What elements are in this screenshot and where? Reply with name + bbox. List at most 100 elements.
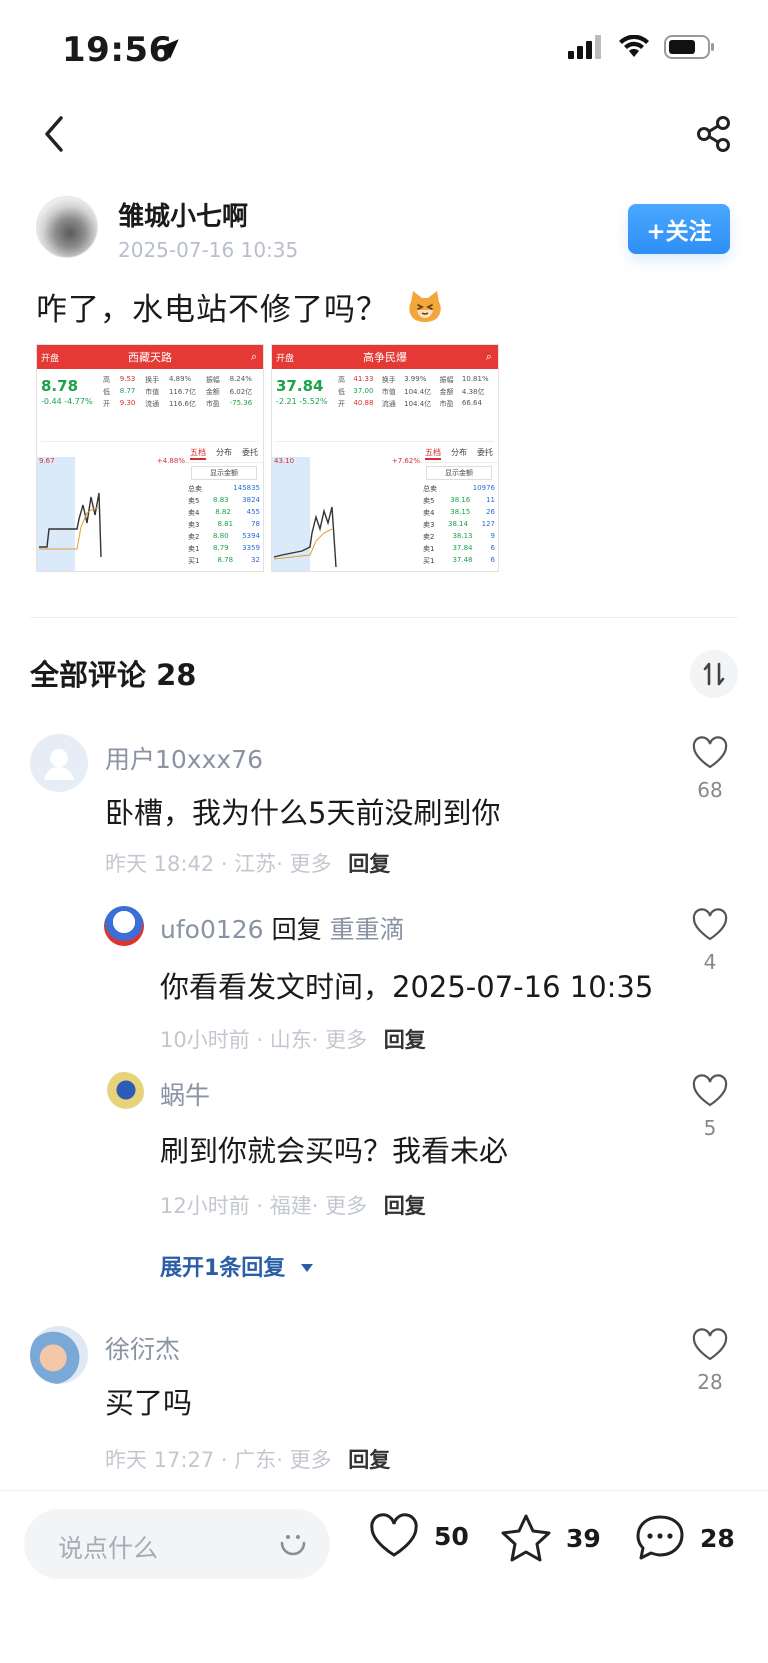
card-tabs: 五档 分布 委托 [185,445,263,463]
card-tab: 委托 [477,448,493,457]
share-icon [697,116,730,152]
follow-button[interactable]: +关注 [628,204,730,254]
favorite-count: 39 [566,1523,601,1553]
comment-meta-text: 昨天 18:42 · 江苏· 更多 [105,852,332,876]
post-image-1[interactable]: 开盘 西藏天路 ⌕ 8.78 -0.44 -4.77% 高 9.53 换手 4.89… [36,344,264,572]
intraday-line [39,492,102,558]
comment-count: 28 [700,1523,735,1553]
comment-meta: 10小时前 · 山东· 更多 回复 [160,1024,426,1054]
stat-label: 换手 [145,376,160,384]
card-tab: 五档 [190,447,206,460]
sort-button[interactable] [690,650,738,698]
card-chart: 9.67 +4.88% [37,457,187,571]
share-button[interactable] [688,108,740,160]
avatar[interactable] [30,1326,88,1384]
reply-button[interactable]: 回复 [384,1194,426,1218]
comment-item: 徐衍杰 买了吗 昨天 17:27 · 广东· 更多 回复 28 [0,1326,768,1476]
heart-icon [692,1328,728,1361]
avatar[interactable] [30,734,88,792]
like-count: 68 [697,778,723,802]
comment-username[interactable]: 蜗牛 [160,1076,210,1112]
avatar[interactable] [104,1072,144,1112]
book-row: 卖5 8.83 3824 [188,496,260,505]
comment-item: 用户10xxx76 卧槽，我为什么5天前没刷到你 昨天 18:42 · 江苏· … [0,734,768,884]
chevron-left-icon [45,116,63,152]
stat-value: 66.64 [461,399,482,407]
order-book: 五档 分布 委托 显示金额 总卖 10976 卖5 38.16 11 卖4 38.15 2… [420,445,498,571]
intraday-line [273,506,337,568]
like-button[interactable]: 5 [686,1074,734,1140]
emoji-icon[interactable] [276,1527,310,1561]
post-text-row: 咋了，水电站不修了吗？ [36,284,443,329]
bottom-action-bar: 说点什么 50 39 28 [0,1490,768,1663]
post-image-2[interactable]: 开盘 高争民爆 ⌕ 37.84 -2.21 -5.52% 高 41.33 换手 3.… [271,344,499,572]
book-row: 卖2 38.13 9 [423,532,495,541]
book-row: 卖4 38.15 26 [423,508,495,517]
stat-value: 9.53 [119,375,136,383]
stat-label: 振幅 [439,376,454,384]
book-row: 买1 37.48 6 [423,556,495,565]
stat-label: 市值 [145,388,160,396]
battery-icon [664,35,714,59]
stat-label: 金额 [205,388,220,396]
author-name[interactable]: 雏城小七啊 [118,196,248,233]
comment-button[interactable]: 28 [634,1513,735,1563]
comment-meta-text: 10小时前 · 山东· 更多 [160,1028,368,1052]
back-button[interactable] [30,108,78,160]
stat-label: 高 [338,376,345,384]
like-button[interactable]: 4 [686,908,734,974]
like-post-button[interactable]: 50 [368,1513,469,1559]
book-row: 卖2 8.80 5394 [188,532,260,541]
comment-username[interactable]: 徐衍杰 [105,1330,180,1366]
heart-icon [692,1074,728,1107]
comment-username[interactable]: 用户10xxx76 [105,740,263,776]
caret-down-icon [300,1264,313,1272]
reply-button[interactable]: 回复 [348,852,390,876]
card-change: -2.21 -5.52% [276,397,328,406]
expand-replies-button[interactable]: 展开1条回复 [160,1250,315,1282]
card-stats: 高 9.53 换手 4.89% 振幅 8.24% 低 8.77 市值 116.7亿 金额 6… [103,375,259,409]
reply-target[interactable]: 重重滴 [330,915,405,944]
stat-label: 流通 [145,400,160,408]
comment-text: 卧槽，我为什么5天前没刷到你 [105,796,501,830]
stat-label: 流通 [381,400,396,408]
stat-value: 3.99% [404,375,427,383]
post-text: 咋了，水电站不修了吗？ [36,292,388,328]
stat-value: 8.24% [229,375,252,383]
expand-replies-label: 展开1条回复 [160,1256,286,1281]
wifi-icon [619,35,649,57]
card-back-label: 开盘 [41,353,60,364]
card-back-label: 开盘 [276,353,295,364]
card-header: 开盘 西藏天路 ⌕ [37,345,263,369]
card-divider [276,441,494,442]
reply-word: 回复 [271,915,322,944]
comment-username[interactable]: ufo0126 [160,915,264,944]
avatar[interactable] [104,906,144,946]
cat-emoji-icon [409,291,441,322]
stat-value: 40.88 [353,399,374,407]
favorite-button[interactable]: 39 [500,1513,601,1563]
stat-value: 9.30 [119,399,136,407]
comment-bubble-icon [636,1515,684,1560]
stat-value: 116.6亿 [168,400,197,408]
star-icon [501,1514,551,1562]
like-button[interactable]: 68 [686,736,734,802]
order-book: 五档 分布 委托 显示金额 总卖 145835 卖5 8.83 3824 卖4 8.82… [185,445,263,571]
comment-text: 刷到你就会买吗？我看未必 [160,1134,509,1168]
comment-text: 你看看发文时间，2025-07-16 10:35 [160,970,654,1004]
comment-input[interactable]: 说点什么 [24,1509,330,1579]
card-title: 西藏天路 [128,351,172,364]
book-row: 买1 8.78 32 [188,556,260,565]
reply-header: ufo0126 回复 重重滴 [160,910,405,946]
reply-button[interactable]: 回复 [348,1448,390,1472]
post-like-count: 50 [434,1521,469,1551]
post-images: 开盘 西藏天路 ⌕ 8.78 -0.44 -4.77% 高 9.53 换手 4.89… [36,344,499,572]
heart-icon [692,908,728,941]
author-avatar[interactable] [36,196,98,258]
comment-meta: 12小时前 · 福建· 更多 回复 [160,1190,426,1220]
reply-button[interactable]: 回复 [384,1028,426,1052]
book-row: 卖1 37.84 6 [423,544,495,553]
book-row: 总卖 10976 [423,484,495,493]
card-change: -0.44 -4.77% [41,397,93,406]
like-button[interactable]: 28 [686,1328,734,1394]
